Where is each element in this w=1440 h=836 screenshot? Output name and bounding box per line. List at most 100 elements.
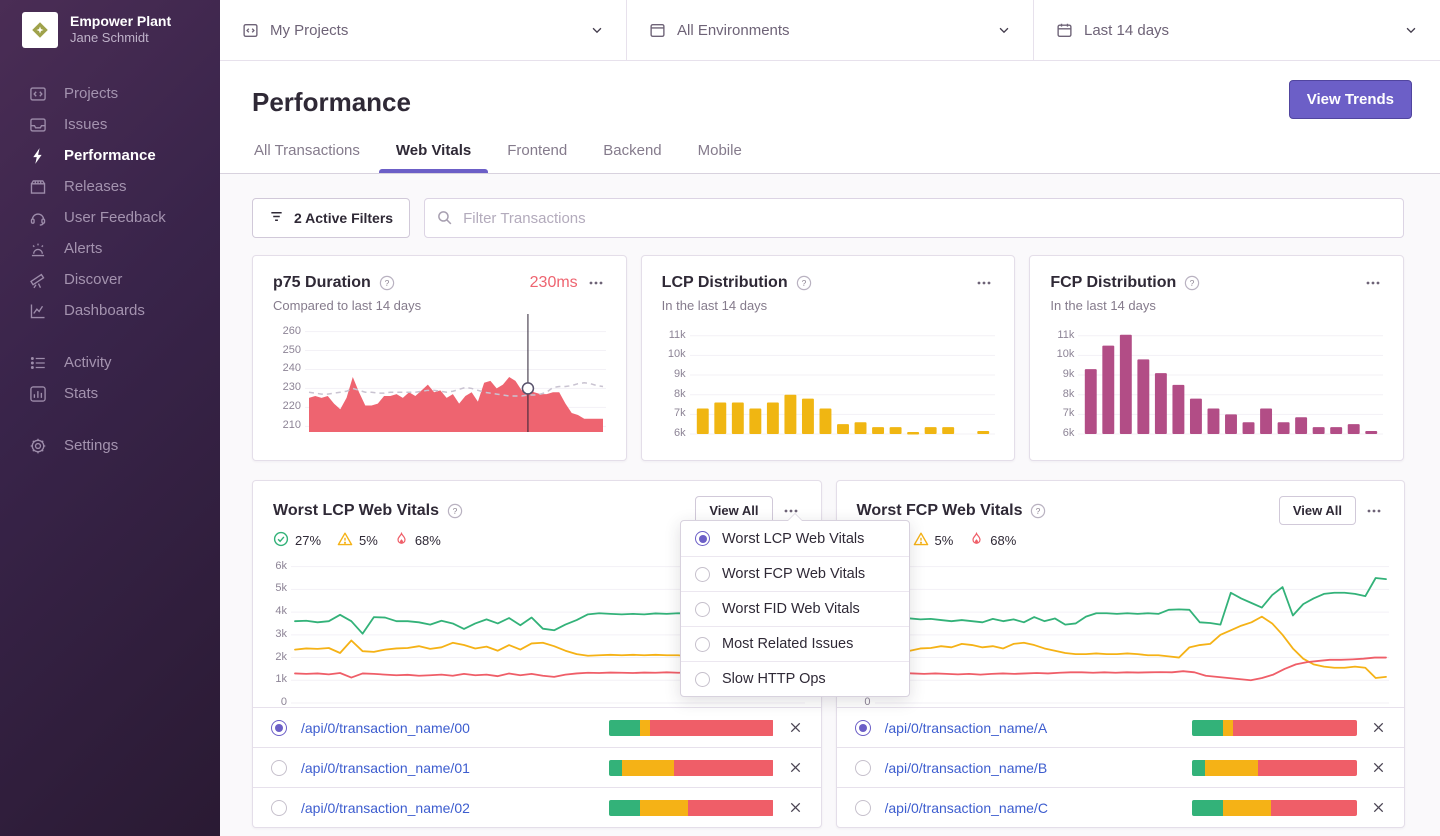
- app-root: Empower Plant Jane Schmidt Projects Issu…: [0, 0, 1440, 836]
- menu-item-label: Worst FID Web Vitals: [722, 601, 860, 617]
- view-trends-button[interactable]: View Trends: [1289, 80, 1412, 119]
- environment-selector[interactable]: All Environments: [627, 0, 1034, 60]
- view-all-button[interactable]: View All: [1279, 496, 1356, 525]
- help-icon[interactable]: ?: [1184, 275, 1200, 291]
- ellipsis-icon[interactable]: [586, 273, 606, 293]
- close-icon[interactable]: [788, 720, 803, 735]
- transaction-link[interactable]: /api/0/transaction_name/00: [301, 720, 595, 736]
- close-icon[interactable]: [1371, 800, 1386, 815]
- transaction-link[interactable]: /api/0/transaction_name/01: [301, 760, 595, 776]
- tab-backend[interactable]: Backend: [603, 142, 661, 173]
- sidebar-item-label: Performance: [64, 147, 156, 164]
- worst-fcp-chart[interactable]: 6k5k4k3k2k1k0: [849, 553, 1389, 703]
- help-icon[interactable]: ?: [1030, 503, 1046, 519]
- transaction-list: /api/0/transaction_name/A /api/0/transac…: [837, 707, 1405, 827]
- sidebar-item-projects[interactable]: Projects: [0, 78, 220, 109]
- menu-item-slow-http-ops[interactable]: Slow HTTP Ops: [681, 661, 909, 696]
- sidebar-item-stats[interactable]: Stats: [0, 378, 220, 409]
- sidebar-item-label: Projects: [64, 85, 118, 102]
- menu-item-most-related-issues[interactable]: Most Related Issues: [681, 626, 909, 661]
- sidebar-item-user-feedback[interactable]: User Feedback: [0, 202, 220, 233]
- search-input[interactable]: [424, 198, 1404, 238]
- transaction-link[interactable]: /api/0/transaction_name/02: [301, 800, 595, 816]
- transaction-link[interactable]: /api/0/transaction_name/B: [885, 760, 1179, 776]
- sidebar-item-dashboards[interactable]: Dashboards: [0, 295, 220, 326]
- table-row: /api/0/transaction_name/C: [837, 787, 1405, 827]
- fcp-distribution-chart[interactable]: 11k10k9k8k7k6k: [1050, 322, 1383, 434]
- svg-text:?: ?: [1190, 278, 1195, 288]
- date-range-selector[interactable]: Last 14 days: [1034, 0, 1440, 60]
- tab-web-vitals[interactable]: Web Vitals: [396, 142, 471, 173]
- projects-icon: [28, 84, 47, 103]
- main-content: 2 Active Filters p75 Duration ? 230ms Co…: [220, 174, 1440, 836]
- sidebar-item-issues[interactable]: Issues: [0, 109, 220, 140]
- card-subtitle: In the last 14 days: [1050, 298, 1383, 313]
- sidebar-item-label: Discover: [64, 271, 122, 288]
- close-icon[interactable]: [788, 800, 803, 815]
- sidebar-item-releases[interactable]: Releases: [0, 171, 220, 202]
- poor-percent: 68%: [415, 533, 441, 548]
- transaction-link[interactable]: /api/0/transaction_name/C: [885, 800, 1179, 816]
- org-switcher[interactable]: Empower Plant Jane Schmidt: [0, 0, 220, 48]
- transaction-link[interactable]: /api/0/transaction_name/A: [885, 720, 1179, 736]
- help-icon[interactable]: ?: [796, 275, 812, 291]
- sidebar-item-alerts[interactable]: Alerts: [0, 233, 220, 264]
- project-selector[interactable]: My Projects: [220, 0, 627, 60]
- worst-fcp-card: Worst FCP Web Vitals ? View All 5% 68%: [836, 480, 1406, 828]
- table-row: /api/0/transaction_name/B: [837, 747, 1405, 787]
- sidebar-item-activity[interactable]: Activity: [0, 347, 220, 378]
- table-row: /api/0/transaction_name/01: [253, 747, 821, 787]
- lcp-distribution-chart[interactable]: 11k10k9k8k7k6k: [662, 322, 995, 434]
- row-radio[interactable]: [855, 720, 871, 736]
- svg-text:?: ?: [801, 278, 806, 288]
- close-icon[interactable]: [788, 760, 803, 775]
- row-radio[interactable]: [855, 800, 871, 816]
- user-feedback-icon: [28, 208, 47, 227]
- row-radio[interactable]: [271, 720, 287, 736]
- nav-divider: [0, 409, 220, 430]
- sidebar-item-label: Stats: [64, 385, 98, 402]
- sidebar-item-discover[interactable]: Discover: [0, 264, 220, 295]
- menu-item-label: Most Related Issues: [722, 636, 853, 652]
- help-icon[interactable]: ?: [379, 275, 395, 291]
- menu-item-label: Worst FCP Web Vitals: [722, 566, 865, 582]
- calendar-icon: [1056, 22, 1073, 39]
- settings-icon: [28, 436, 47, 455]
- row-radio[interactable]: [855, 760, 871, 776]
- ellipsis-icon[interactable]: [1363, 273, 1383, 293]
- sidebar-item-settings[interactable]: Settings: [0, 430, 220, 461]
- sidebar-item-performance[interactable]: Performance: [0, 140, 220, 171]
- menu-item-label: Worst LCP Web Vitals: [722, 531, 864, 547]
- menu-radio: [695, 567, 710, 582]
- tab-frontend[interactable]: Frontend: [507, 142, 567, 173]
- sidebar: Empower Plant Jane Schmidt Projects Issu…: [0, 0, 220, 836]
- tab-mobile[interactable]: Mobile: [698, 142, 742, 173]
- page-title: Performance: [252, 87, 411, 118]
- ellipsis-icon[interactable]: [1364, 501, 1384, 521]
- global-filter-bar: My Projects All Environments Last 14 day…: [220, 0, 1440, 61]
- check-circle-icon: [273, 531, 289, 550]
- tab-bar: All Transactions Web Vitals Frontend Bac…: [254, 142, 742, 173]
- environment-icon: [649, 22, 666, 39]
- ellipsis-icon[interactable]: [974, 273, 994, 293]
- sidebar-item-label: Releases: [64, 178, 127, 195]
- close-icon[interactable]: [1371, 720, 1386, 735]
- page-header: Performance View Trends All Transactions…: [220, 61, 1440, 174]
- menu-item-worst-fcp[interactable]: Worst FCP Web Vitals: [681, 556, 909, 591]
- menu-item-worst-lcp[interactable]: Worst LCP Web Vitals: [681, 521, 909, 556]
- p75-duration-chart[interactable]: 260250240230220210: [273, 324, 606, 432]
- sidebar-item-label: Activity: [64, 354, 112, 371]
- tab-all-transactions[interactable]: All Transactions: [254, 142, 360, 173]
- chevron-down-icon: [1404, 23, 1418, 37]
- row-radio[interactable]: [271, 760, 287, 776]
- menu-item-worst-fid[interactable]: Worst FID Web Vitals: [681, 591, 909, 626]
- card-title: Worst LCP Web Vitals: [273, 502, 439, 520]
- close-icon[interactable]: [1371, 760, 1386, 775]
- chevron-down-icon: [997, 23, 1011, 37]
- help-icon[interactable]: ?: [447, 503, 463, 519]
- transaction-search: [424, 198, 1404, 238]
- row-radio[interactable]: [271, 800, 287, 816]
- sidebar-item-label: Issues: [64, 116, 107, 133]
- performance-icon: [28, 146, 47, 165]
- active-filters-button[interactable]: 2 Active Filters: [252, 198, 410, 238]
